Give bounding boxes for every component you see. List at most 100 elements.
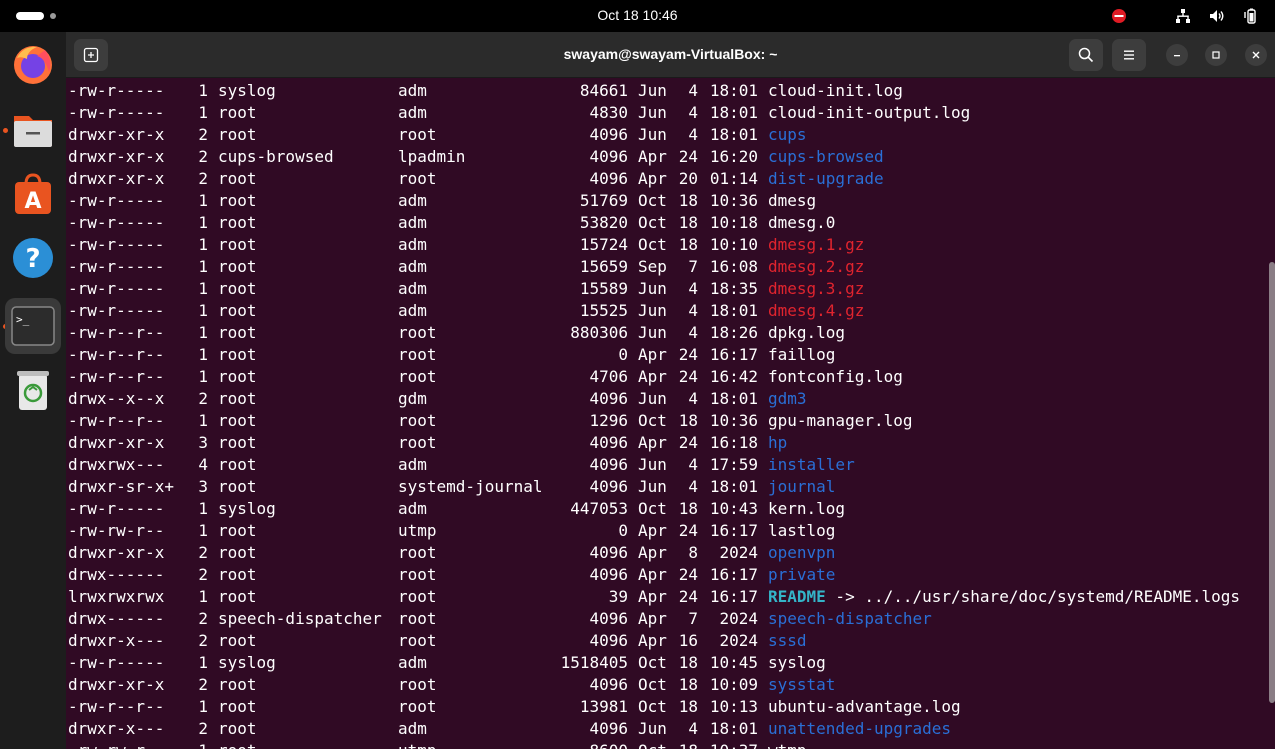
- listing-links: 1: [198, 653, 208, 672]
- scrollbar[interactable]: [1269, 262, 1275, 703]
- listing-day: 4: [688, 455, 698, 474]
- listing-filename: journal: [768, 477, 836, 496]
- dock: A ? >_: [0, 32, 66, 749]
- listing-time: 18:26: [709, 323, 758, 342]
- system-tray[interactable]: [1109, 6, 1261, 26]
- battery-icon[interactable]: [1241, 6, 1261, 26]
- dock-files[interactable]: [9, 106, 57, 154]
- listing-mon: Apr: [638, 631, 667, 650]
- clock[interactable]: Oct 18 10:46: [0, 7, 1275, 23]
- listing-name: dmesg.0: [768, 212, 835, 234]
- listing-mon: Apr: [638, 169, 667, 188]
- listing-mon: Oct: [638, 411, 667, 430]
- listing-name: cups: [768, 124, 807, 146]
- listing-filename: syslog: [768, 653, 826, 672]
- dock-help[interactable]: ?: [9, 234, 57, 282]
- dock-app-center[interactable]: A: [9, 170, 57, 218]
- dock-trash[interactable]: [9, 366, 57, 414]
- listing-perm: -rw-r-----: [68, 653, 165, 672]
- listing-owner: root: [218, 565, 257, 584]
- listing-name: hp: [768, 432, 787, 454]
- listing-name: dist-upgrade: [768, 168, 884, 190]
- listing-perm: drwx------: [68, 609, 165, 628]
- listing-day: 4: [688, 103, 698, 122]
- listing-group: adm: [398, 499, 427, 518]
- terminal-output[interactable]: -rw-r----- 1 syslog adm 84661 Jun 4 18:01 cloud-…: [66, 78, 1275, 749]
- listing-day: 4: [688, 389, 698, 408]
- listing-size: 4096: [589, 455, 628, 474]
- menu-button[interactable]: [1112, 39, 1146, 71]
- listing-day: 24: [678, 367, 698, 386]
- listing-mon: Apr: [638, 609, 667, 628]
- listing-name: cups-browsed: [768, 146, 884, 168]
- listing-group: root: [398, 125, 437, 144]
- listing-size: 4096: [589, 609, 628, 628]
- listing-mon: Jun: [638, 279, 667, 298]
- minimize-button[interactable]: [1166, 44, 1188, 66]
- listing-group: root: [398, 411, 437, 430]
- listing-day: 4: [688, 477, 698, 496]
- listing-time: 18:01: [709, 477, 758, 496]
- listing-name: lastlog: [768, 520, 835, 542]
- listing-day: 18: [678, 411, 698, 430]
- maximize-icon: [1212, 51, 1220, 59]
- listing-owner: root: [218, 719, 257, 738]
- listing-mon: Oct: [638, 235, 667, 254]
- listing-filename: cups: [768, 125, 807, 144]
- listing-mon: Jun: [638, 323, 667, 342]
- listing-day: 4: [688, 323, 698, 342]
- listing-size: 8600: [528, 740, 628, 749]
- network-wired-icon[interactable]: [1173, 6, 1193, 26]
- listing-size: 4096: [589, 565, 628, 584]
- listing-perm: -rw-r-----: [68, 191, 165, 210]
- listing-time: 18:01: [709, 81, 758, 100]
- listing-day: 8: [688, 543, 698, 562]
- do-not-disturb-icon[interactable]: [1109, 6, 1129, 26]
- listing-size: 53820: [579, 213, 628, 232]
- listing-time: 10:18: [709, 213, 758, 232]
- listing-size: 4096: [589, 389, 628, 408]
- minimize-icon: [1174, 55, 1180, 57]
- listing-perm: -rw-r-----: [68, 257, 165, 276]
- listing-name: dpkg.log: [768, 322, 845, 344]
- listing-filename: fontconfig.log: [768, 367, 903, 386]
- dock-firefox[interactable]: [9, 40, 57, 88]
- listing-size: 4096: [589, 719, 628, 738]
- listing-filename: sysstat: [768, 675, 836, 694]
- listing-links: 2: [198, 125, 208, 144]
- listing-filename: dmesg.1.gz: [768, 235, 865, 254]
- listing-time: 16:08: [709, 257, 758, 276]
- listing-perm: drwxr-xr-x: [68, 543, 165, 562]
- listing-filename: hp: [768, 433, 788, 452]
- listing-owner: root: [218, 543, 257, 562]
- close-button[interactable]: [1245, 44, 1267, 66]
- listing-filename: kern.log: [768, 499, 846, 518]
- listing-owner: root: [218, 235, 257, 254]
- listing-group: adm: [398, 213, 427, 232]
- listing-links: 1: [168, 740, 208, 749]
- listing-links: 4: [198, 455, 208, 474]
- listing-day: 18: [678, 675, 698, 694]
- listing-links: 1: [198, 81, 208, 100]
- listing-time: 18:01: [709, 103, 758, 122]
- listing-group: root: [398, 433, 437, 452]
- listing-perm: -rw-r-----: [68, 81, 165, 100]
- listing-perm: drwxr-xr-x: [68, 125, 165, 144]
- listing-links: 1: [198, 279, 208, 298]
- dock-terminal[interactable]: >_: [5, 298, 61, 354]
- help-icon: ?: [13, 238, 53, 278]
- listing-links: 1: [198, 587, 208, 606]
- listing-group: root: [398, 367, 437, 386]
- listing-filename: dmesg.4.gz: [768, 301, 865, 320]
- maximize-button[interactable]: [1205, 44, 1227, 66]
- listing-mon: Oct: [638, 213, 667, 232]
- listing-owner: root: [218, 740, 257, 749]
- files-icon: [14, 116, 52, 147]
- listing-owner: root: [218, 477, 257, 496]
- listing-size: 4096: [589, 477, 628, 496]
- search-button[interactable]: [1069, 39, 1103, 71]
- listing-perm: drwxr-sr-x+: [68, 477, 174, 496]
- listing-filename: wtmp: [768, 741, 807, 749]
- listing-mon: Apr: [638, 147, 667, 166]
- volume-icon[interactable]: [1207, 6, 1227, 26]
